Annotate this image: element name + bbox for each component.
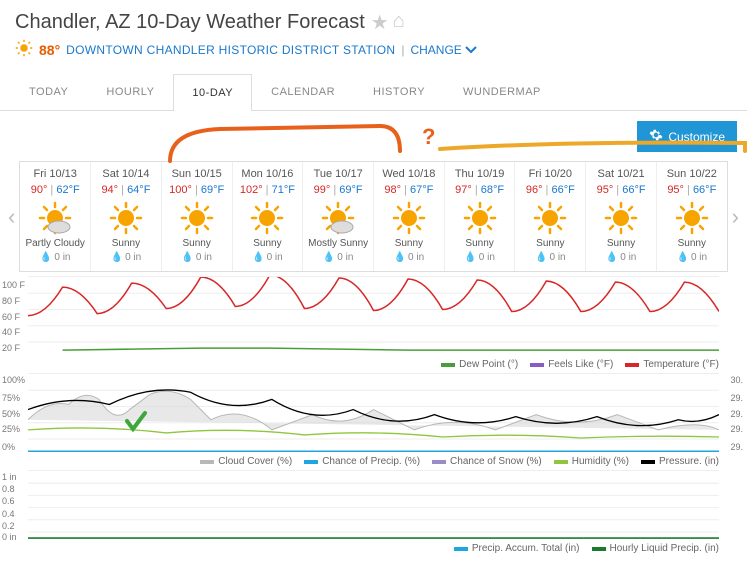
tab-10-day[interactable]: 10-DAY <box>173 74 252 111</box>
day-condition: Sunny <box>164 238 230 249</box>
page-title: Chandler, AZ 10-Day Weather Forecast ★ ⌂ <box>15 10 732 35</box>
raindrop-icon: 💧 <box>40 252 52 263</box>
raindrop-icon: 💧 <box>677 252 689 263</box>
day-precip: 💧0 in <box>93 252 159 263</box>
day-temps: 97° | 68°F <box>447 184 513 196</box>
weather-icon <box>603 200 639 236</box>
weather-icon <box>462 200 498 236</box>
change-station-link[interactable]: CHANGE <box>410 43 476 57</box>
svg-text:?: ? <box>422 124 435 149</box>
forecast-day[interactable]: Sun 10/22 95° | 66°F Sunny 💧0 in <box>657 162 727 271</box>
legend-1: Dew Point (°) Feels Like (°F) Temperatur… <box>28 356 719 373</box>
weather-icon <box>320 200 356 236</box>
raindrop-icon: 💧 <box>252 252 264 263</box>
raindrop-icon: 💧 <box>535 252 547 263</box>
day-condition: Partly Cloudy <box>22 238 88 249</box>
day-temps: 99° | 69°F <box>305 184 371 196</box>
separator: | <box>401 43 404 57</box>
day-precip: 💧0 in <box>164 252 230 263</box>
day-date: Fri 10/20 <box>517 168 583 180</box>
raindrop-icon: 💧 <box>606 252 618 263</box>
forecast-day[interactable]: Fri 10/13 90° | 62°F Partly Cloudy 💧0 in <box>20 162 91 271</box>
day-precip: 💧0 in <box>305 252 371 263</box>
legend-2: Cloud Cover (%) Chance of Precip. (%) Ch… <box>28 453 719 470</box>
chart-precip: 1 in 0.8 0.6 0.4 0.2 0 in <box>28 470 719 540</box>
current-temp: 88° <box>39 42 60 58</box>
forecast-day[interactable]: Fri 10/20 96° | 66°F Sunny 💧0 in <box>515 162 586 271</box>
day-temps: 100° | 69°F <box>164 184 230 196</box>
weather-icon <box>674 200 710 236</box>
raindrop-icon: 💧 <box>464 252 476 263</box>
forecast-day[interactable]: Thu 10/19 97° | 68°F Sunny 💧0 in <box>445 162 516 271</box>
day-precip: 💧0 in <box>22 252 88 263</box>
tab-calendar[interactable]: CALENDAR <box>252 73 354 110</box>
day-condition: Sunny <box>447 238 513 249</box>
tab-wundermap[interactable]: WUNDERMAP <box>444 73 560 110</box>
day-temps: 98° | 67°F <box>376 184 442 196</box>
weather-icon <box>532 200 568 236</box>
day-date: Sun 10/22 <box>659 168 725 180</box>
day-temps: 95° | 66°F <box>588 184 654 196</box>
forecast-day[interactable]: Sun 10/15 100° | 69°F Sunny 💧0 in <box>162 162 233 271</box>
forecast-days: Fri 10/1390° | 62°FPartly Cloudy💧0 inSat… <box>19 161 727 272</box>
day-precip: 💧0 in <box>235 252 301 263</box>
station-link[interactable]: DOWNTOWN CHANDLER HISTORIC DISTRICT STAT… <box>66 43 395 57</box>
day-condition: Sunny <box>517 238 583 249</box>
day-temps: 94° | 64°F <box>93 184 159 196</box>
chart-temperature: 100 F 80 F 60 F 40 F 20 F <box>28 276 719 356</box>
weather-icon <box>108 200 144 236</box>
favorite-star-icon[interactable]: ★ <box>371 10 389 35</box>
day-temps: 102° | 71°F <box>235 184 301 196</box>
day-temps: 95° | 66°F <box>659 184 725 196</box>
day-condition: Sunny <box>659 238 725 249</box>
day-condition: Mostly Sunny <box>305 238 371 249</box>
tab-history[interactable]: HISTORY <box>354 73 444 110</box>
day-precip: 💧0 in <box>376 252 442 263</box>
day-condition: Sunny <box>93 238 159 249</box>
day-condition: Sunny <box>235 238 301 249</box>
forecast-day[interactable]: Sat 10/21 95° | 66°F Sunny 💧0 in <box>586 162 657 271</box>
day-date: Tue 10/17 <box>305 168 371 180</box>
raindrop-icon: 💧 <box>323 252 335 263</box>
tab-bar: TODAYHOURLY10-DAYCALENDARHISTORYWUNDERMA… <box>0 73 747 111</box>
raindrop-icon: 💧 <box>394 252 406 263</box>
prev-arrow[interactable]: ‹ <box>4 204 19 230</box>
day-precip: 💧0 in <box>447 252 513 263</box>
customize-button[interactable]: Customize <box>637 121 737 152</box>
title-text: Chandler, AZ 10-Day Weather Forecast <box>15 11 365 34</box>
day-condition: Sunny <box>588 238 654 249</box>
day-precip: 💧0 in <box>517 252 583 263</box>
chart-humidity: 100% 75% 50% 25% 0% 30. 29. 29. 29. 29. <box>28 373 719 453</box>
day-date: Mon 10/16 <box>235 168 301 180</box>
day-precip: 💧0 in <box>588 252 654 263</box>
day-date: Sat 10/21 <box>588 168 654 180</box>
day-condition: Sunny <box>376 238 442 249</box>
home-icon[interactable]: ⌂ <box>393 10 405 35</box>
weather-icon <box>179 200 215 236</box>
sun-icon <box>15 39 33 60</box>
raindrop-icon: 💧 <box>111 252 123 263</box>
weather-icon <box>37 200 73 236</box>
tab-today[interactable]: TODAY <box>10 73 87 110</box>
day-date: Thu 10/19 <box>447 168 513 180</box>
gear-icon <box>649 128 663 145</box>
forecast-day[interactable]: Wed 10/18 98° | 67°F Sunny 💧0 in <box>374 162 445 271</box>
weather-icon <box>391 200 427 236</box>
day-temps: 96° | 66°F <box>517 184 583 196</box>
next-arrow[interactable]: › <box>728 204 743 230</box>
forecast-day[interactable]: Mon 10/16 102° | 71°F Sunny 💧0 in <box>233 162 304 271</box>
raindrop-icon: 💧 <box>181 252 193 263</box>
tab-hourly[interactable]: HOURLY <box>87 73 173 110</box>
day-date: Sun 10/15 <box>164 168 230 180</box>
forecast-day[interactable]: Sat 10/14 94° | 64°F Sunny 💧0 in <box>91 162 162 271</box>
weather-icon <box>249 200 285 236</box>
day-precip: 💧0 in <box>659 252 725 263</box>
day-date: Fri 10/13 <box>22 168 88 180</box>
day-date: Sat 10/14 <box>93 168 159 180</box>
day-date: Wed 10/18 <box>376 168 442 180</box>
legend-3: Precip. Accum. Total (in) Hourly Liquid … <box>28 540 719 557</box>
forecast-day[interactable]: Tue 10/17 99° | 69°F Mostly Sunny 💧0 in <box>303 162 374 271</box>
day-temps: 90° | 62°F <box>22 184 88 196</box>
chevron-down-icon <box>465 43 477 57</box>
